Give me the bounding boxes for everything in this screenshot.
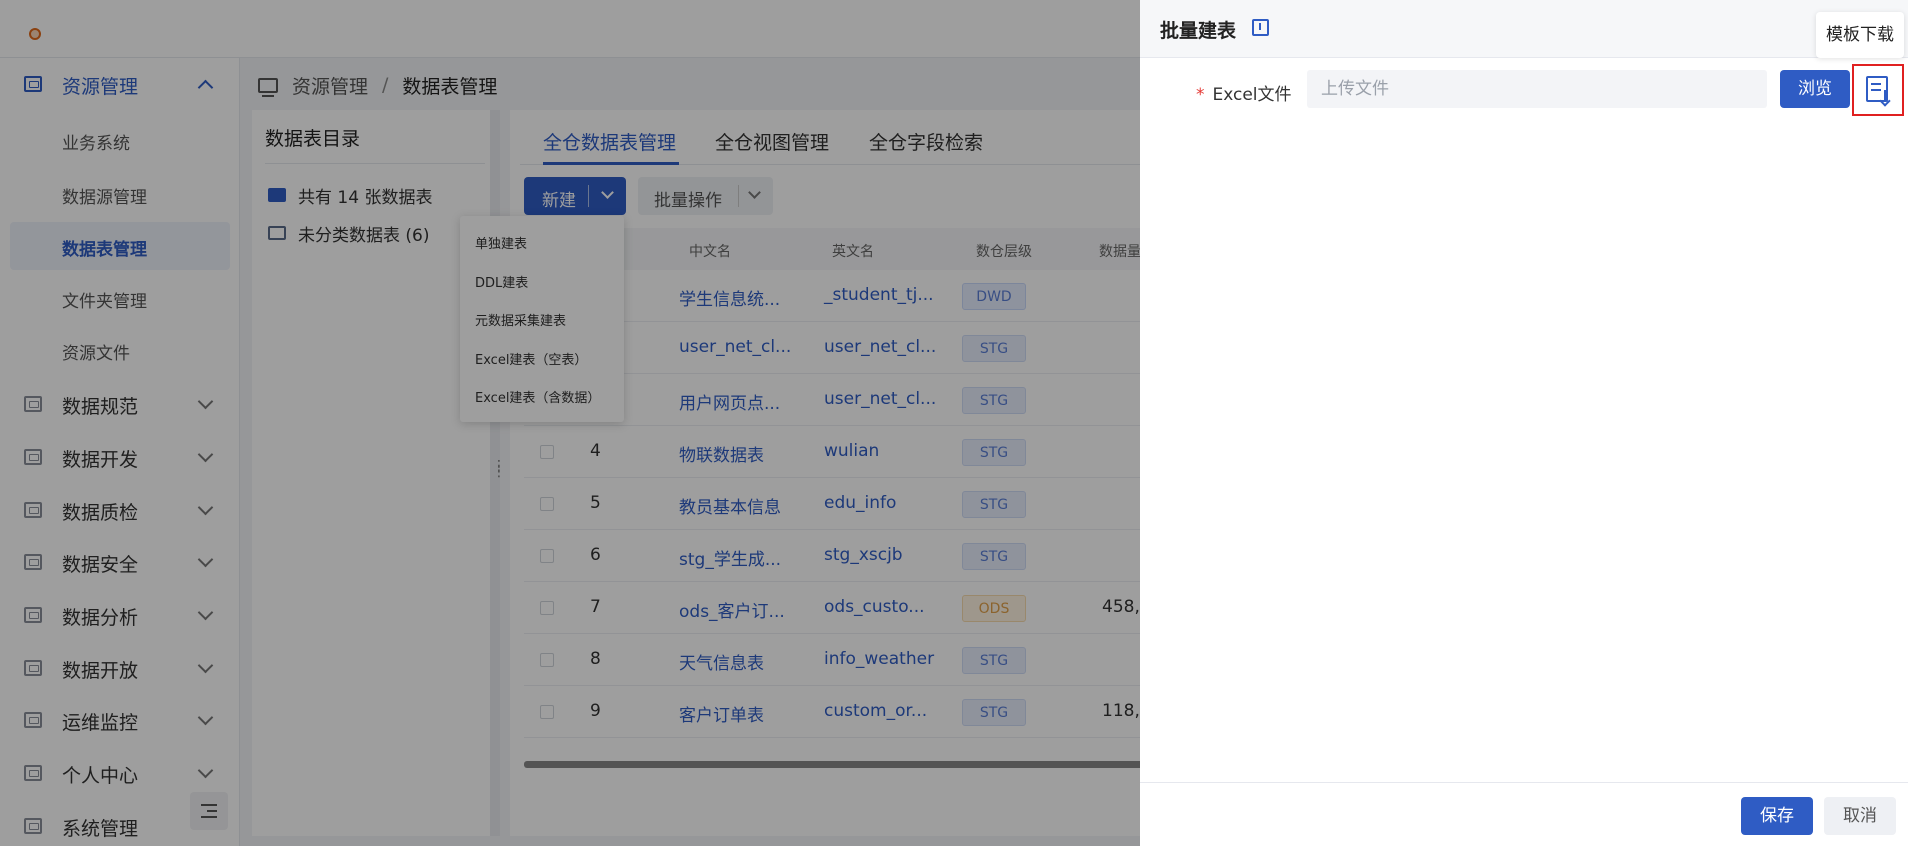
template-download-tooltip: 模板下载 — [1816, 12, 1904, 58]
download-arrow-icon — [1884, 90, 1886, 102]
modal-overlay[interactable] — [0, 0, 1140, 846]
template-download-button[interactable] — [1852, 64, 1904, 116]
field-label-text: Excel文件 — [1212, 85, 1292, 105]
drawer-title: 批量建表 — [1160, 20, 1237, 42]
drawer-header: 批量建表 — [1140, 0, 1908, 58]
drawer-footer: 保存 取消 — [1140, 782, 1908, 846]
excel-file-label: * Excel文件 — [1196, 80, 1292, 105]
required-mark: * — [1196, 85, 1205, 105]
cancel-button[interactable]: 取消 — [1824, 797, 1896, 835]
book-icon[interactable] — [1252, 19, 1269, 36]
batch-create-drawer: 批量建表 模板下载 * Excel文件 浏览 保存 取消 — [1140, 0, 1908, 846]
browse-button[interactable]: 浏览 — [1780, 70, 1850, 108]
upload-file-input[interactable] — [1307, 70, 1767, 108]
save-button[interactable]: 保存 — [1741, 797, 1813, 835]
